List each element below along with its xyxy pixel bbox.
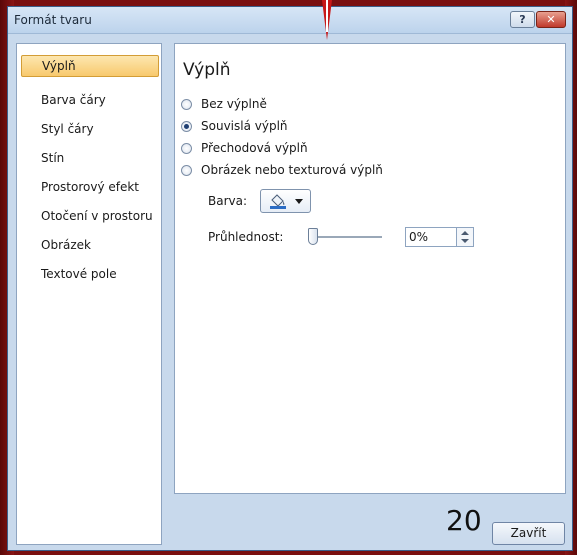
dialog-title: Formát tvaru (14, 13, 92, 27)
category-list: Výplň Barva čáry Styl čáry Stín Prostoro… (16, 43, 162, 545)
paint-bucket-icon (270, 194, 286, 209)
radio-button[interactable] (181, 142, 192, 154)
slide-number: 20 (446, 504, 482, 537)
spin-down-icon[interactable] (461, 239, 469, 243)
spin-up-icon[interactable] (461, 231, 469, 235)
sidebar-item-fill[interactable]: Výplň (21, 55, 159, 77)
radio-no-fill[interactable]: Bez výplně (181, 95, 267, 113)
transparency-input[interactable]: 0% (405, 227, 457, 247)
transparency-spinner[interactable] (457, 227, 474, 247)
radio-label: Bez výplně (201, 97, 267, 111)
sidebar-item-3d-rotation[interactable]: Otočení v prostoru (21, 205, 159, 227)
radio-picture-fill[interactable]: Obrázek nebo texturová výplň (181, 161, 383, 179)
sidebar-item-line-style[interactable]: Styl čáry (21, 118, 159, 140)
sidebar-item-picture[interactable]: Obrázek (21, 234, 159, 256)
transparency-label: Průhlednost: (208, 230, 284, 244)
help-button[interactable]: ? (510, 11, 535, 28)
radio-label: Souvislá výplň (201, 119, 288, 133)
pointer-line (326, 0, 328, 32)
close-button[interactable]: Zavřít (492, 522, 565, 545)
radio-label: Přechodová výplň (201, 141, 308, 155)
sidebar-item-line-color[interactable]: Barva čáry (21, 89, 159, 111)
sidebar-item-3d-format[interactable]: Prostorový efekt (21, 176, 159, 198)
sidebar-item-shadow[interactable]: Stín (21, 147, 159, 169)
format-shape-dialog: Formát tvaru ? ✕ Výplň Barva čáry Styl č… (7, 6, 573, 551)
radio-button[interactable] (181, 98, 192, 110)
radio-label: Obrázek nebo texturová výplň (201, 163, 383, 177)
fill-settings-panel: Výplň Bez výplně Souvislá výplň Přechodo… (174, 43, 566, 494)
section-title: Výplň (183, 60, 231, 80)
color-label: Barva: (208, 194, 248, 208)
radio-button-checked[interactable] (181, 120, 192, 132)
transparency-slider-track[interactable] (308, 236, 382, 239)
radio-solid-fill[interactable]: Souvislá výplň (181, 117, 288, 135)
title-bar[interactable]: Formát tvaru ? ✕ (8, 7, 572, 34)
radio-gradient-fill[interactable]: Přechodová výplň (181, 139, 308, 157)
sidebar-item-text-box[interactable]: Textové pole (21, 263, 159, 285)
close-window-button[interactable]: ✕ (536, 11, 566, 28)
radio-button[interactable] (181, 164, 192, 176)
transparency-slider-handle[interactable] (308, 228, 318, 245)
fill-color-button[interactable] (260, 189, 311, 213)
chevron-down-icon (295, 199, 303, 204)
